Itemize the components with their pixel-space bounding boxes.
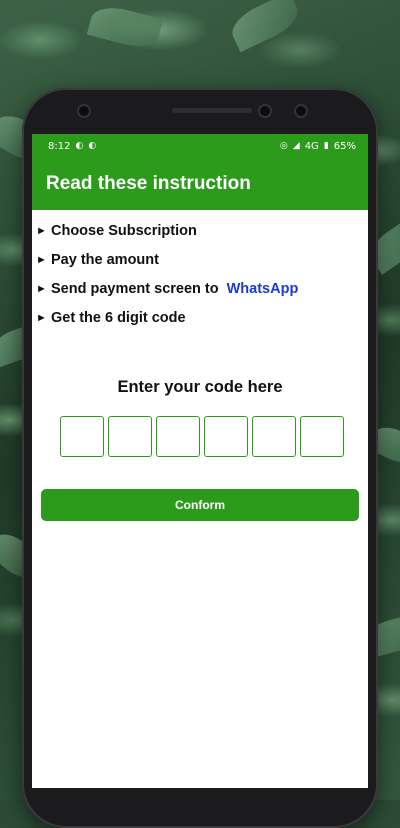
app-screen: 8:12 ◐ ◐ ◎ ◢ 4G ▮ 65% Read these instruc… — [32, 134, 368, 800]
instruction-item: ► Choose Subscription — [36, 216, 368, 245]
battery-icon: ▮ — [323, 141, 329, 151]
code-input-row — [32, 416, 368, 457]
arrow-right-icon: ► — [36, 311, 47, 324]
arrow-right-icon: ► — [36, 224, 47, 237]
code-digit-input[interactable] — [252, 416, 296, 457]
instruction-text: Get the 6 digit code — [51, 309, 186, 326]
code-digit-input[interactable] — [108, 416, 152, 457]
confirm-button[interactable]: Conform — [41, 489, 359, 521]
speaker-grille — [172, 108, 252, 113]
phone-bottom-bezel — [32, 788, 368, 800]
notification-icon: ◐ — [88, 141, 97, 151]
code-title: Enter your code here — [117, 378, 283, 396]
instruction-list: ► Choose Subscription ► Pay the amount ►… — [32, 210, 368, 332]
status-time: 8:12 — [48, 140, 71, 152]
sensor-icon — [294, 104, 308, 118]
app-bar: Read these instruction — [32, 158, 368, 210]
instruction-text: Choose Subscription — [51, 222, 197, 239]
page-title: Read these instruction — [46, 173, 251, 194]
notification-icon: ◐ — [75, 141, 84, 151]
front-camera-icon — [258, 104, 272, 118]
network-type: 4G — [304, 140, 319, 152]
code-digit-input[interactable] — [204, 416, 248, 457]
instruction-item: ► Send payment screen to WhatsApp — [36, 274, 368, 303]
instruction-text: Send payment screen to — [51, 280, 219, 297]
code-digit-input[interactable] — [60, 416, 104, 457]
confirm-button-label: Conform — [175, 498, 225, 512]
whatsapp-link[interactable]: WhatsApp — [227, 281, 299, 297]
arrow-right-icon: ► — [36, 282, 47, 295]
code-digit-input[interactable] — [300, 416, 344, 457]
instruction-item: ► Pay the amount — [36, 245, 368, 274]
sensor-icon — [77, 104, 91, 118]
arrow-right-icon: ► — [36, 253, 47, 266]
status-bar: 8:12 ◐ ◐ ◎ ◢ 4G ▮ 65% — [32, 134, 368, 158]
hotspot-icon: ◎ — [279, 141, 288, 151]
battery-level: 65% — [333, 140, 356, 152]
phone-top-bezel — [22, 88, 378, 128]
instruction-text: Pay the amount — [51, 251, 159, 268]
instruction-item: ► Get the 6 digit code — [36, 303, 368, 332]
signal-icon: ◢ — [292, 141, 300, 151]
code-digit-input[interactable] — [156, 416, 200, 457]
